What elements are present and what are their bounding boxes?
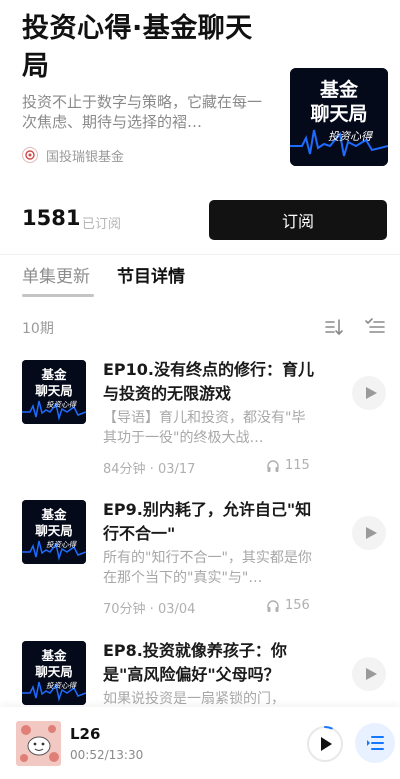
- podcast-title: 投资心得·基金聊天局: [22, 13, 253, 82]
- episode-item[interactable]: 基金 聊天局 投资心得 EP10.没有终点的修行：育儿与投资的无限游戏 【导语】…: [0, 360, 400, 500]
- subscriber-count-label: 已订阅: [82, 217, 122, 232]
- headphones-icon: [267, 459, 279, 472]
- episode-play-button[interactable]: [352, 376, 386, 410]
- play-icon: [365, 668, 377, 680]
- subscribe-button[interactable]: 订阅: [209, 200, 387, 240]
- episode-listen-count: 115: [285, 458, 310, 473]
- episode-listen-count: 156: [285, 598, 310, 613]
- episode-cover-line2: 聊天局: [35, 523, 73, 538]
- subscribe-bar: 1581 已订阅 订阅: [0, 198, 400, 242]
- podcast-header: 投资心得·基金聊天局 投资不止于数字与策略，它藏在每一次焦虑、期待与选择的褶… …: [0, 0, 400, 190]
- episode-listens: 156: [266, 598, 310, 613]
- player-play-button[interactable]: [306, 725, 344, 763]
- episode-item[interactable]: 基金 聊天局 投资心得 EP8.投资就像养孩子：你是"高风险偏好"父母吗？ 如果…: [0, 641, 400, 707]
- tab-episodes[interactable]: 单集更新: [22, 262, 90, 287]
- episode-play-button[interactable]: [352, 657, 386, 691]
- tab-detail[interactable]: 节目详情: [117, 262, 185, 287]
- episode-cover-line2: 聊天局: [35, 664, 73, 679]
- play-icon: [365, 387, 377, 399]
- episode-cover-line1: 基金: [40, 507, 67, 522]
- podcast-cover[interactable]: 基金 聊天局 投资心得: [290, 68, 388, 166]
- episode-cover: 基金 聊天局 投资心得: [22, 641, 86, 705]
- cover-title-line2: 聊天局: [310, 102, 367, 125]
- episode-list-header: 10期: [0, 312, 400, 342]
- publisher[interactable]: 国投瑞银基金: [22, 145, 124, 165]
- play-icon: [321, 737, 332, 751]
- player-time: 00:52/13:30: [70, 748, 144, 762]
- player-artwork[interactable]: [16, 721, 61, 766]
- cover-subtitle: 投资心得: [328, 130, 373, 143]
- headphones-icon: [267, 599, 279, 612]
- mini-player[interactable]: L26 00:52/13:30: [0, 707, 400, 779]
- subscriber-count: 1581: [22, 206, 81, 230]
- podcast-description[interactable]: 投资不止于数字与策略，它藏在每一次焦虑、期待与选择的褶…: [22, 92, 262, 132]
- episode-title: EP9.别内耗了，允许自己"知行不合一": [103, 500, 312, 543]
- episode-excerpt: 所有的"知行不合一"，其实都是你在那个当下的"真实"与"…: [103, 550, 312, 586]
- episode-cover-subtitle: 投资心得: [46, 400, 77, 409]
- episode-meta: 70分钟 · 03/04: [103, 602, 196, 617]
- divider: [0, 254, 400, 255]
- sort-icon[interactable]: [323, 316, 345, 338]
- episode-count: 10期: [22, 321, 54, 337]
- episode-cover-subtitle: 投资心得: [46, 681, 77, 690]
- episode-cover-subtitle: 投资心得: [46, 540, 77, 549]
- episode-excerpt: 【导语】育儿和投资，都没有"毕其功于一役"的终极大战…: [103, 410, 306, 446]
- filter-list-icon[interactable]: [364, 316, 386, 338]
- player-track-title: L26: [70, 725, 101, 743]
- episode-cover-line2: 聊天局: [35, 383, 73, 398]
- episode-cover: 基金 聊天局 投资心得: [22, 360, 86, 424]
- tab-indicator: [22, 294, 94, 297]
- episode-play-button[interactable]: [352, 516, 386, 550]
- episode-cover: 基金 聊天局 投资心得: [22, 500, 86, 564]
- episode-excerpt: 如果说投资是一扇紧锁的门，: [103, 691, 285, 707]
- episode-cover-line1: 基金: [40, 367, 67, 382]
- play-icon: [365, 527, 377, 539]
- episode-title: EP10.没有终点的修行：育儿与投资的无限游戏: [103, 360, 315, 403]
- playlist-icon: [367, 736, 384, 750]
- publisher-logo-icon: [22, 147, 38, 163]
- playlist-button[interactable]: [355, 723, 395, 763]
- episode-meta: 84分钟 · 03/17: [103, 462, 196, 477]
- tab-bar: 单集更新 节目详情: [0, 258, 400, 302]
- publisher-name: 国投瑞银基金: [46, 149, 125, 165]
- episode-cover-line1: 基金: [40, 648, 67, 663]
- cover-title-line1: 基金: [319, 78, 359, 101]
- episode-title: EP8.投资就像养孩子：你是"高风险偏好"父母吗？: [103, 641, 287, 684]
- episode-item[interactable]: 基金 聊天局 投资心得 EP9.别内耗了，允许自己"知行不合一" 所有的"知行不…: [0, 500, 400, 640]
- episode-listens: 115: [266, 458, 310, 473]
